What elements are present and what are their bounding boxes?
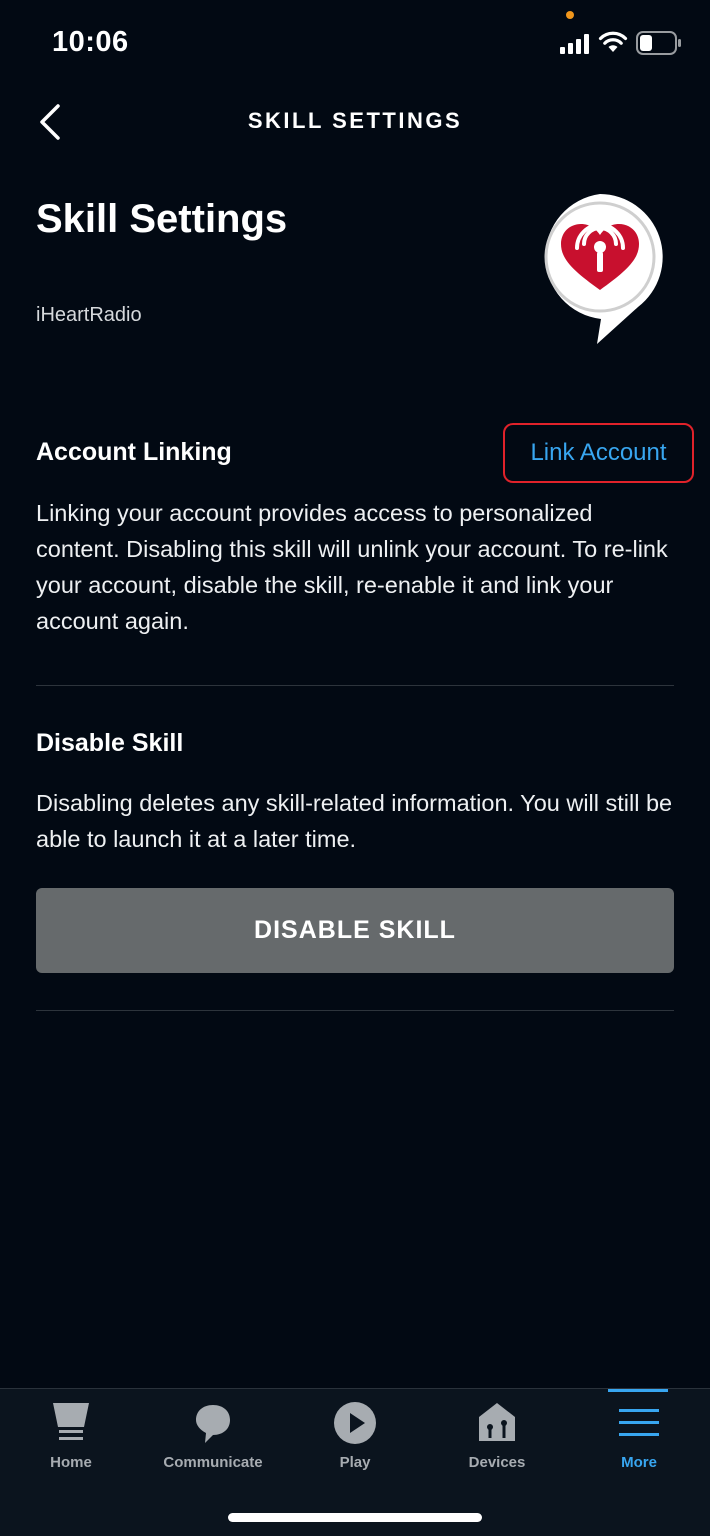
tab-label: Play [339,1454,371,1471]
tab-home[interactable]: Home [0,1389,142,1489]
page-title: Skill Settings [36,197,288,241]
status-bar: 10:06 [0,0,710,88]
home-icon [53,1403,89,1440]
tab-label: Communicate [163,1454,263,1471]
tab-communicate[interactable]: Communicate [142,1389,284,1489]
tab-play[interactable]: Play [284,1389,426,1489]
devices-icon [479,1403,515,1441]
privacy-indicator-dot [566,11,574,19]
home-indicator[interactable] [228,1513,482,1522]
status-time: 10:06 [52,26,129,58]
chat-bubble-icon [196,1405,230,1443]
divider [36,685,674,686]
menu-icon [619,1409,659,1436]
account-linking-heading: Account Linking [36,438,232,466]
nav-bar: SKILL SETTINGS [0,88,710,154]
skill-name: iHeartRadio [36,304,142,326]
wifi-icon [598,31,628,52]
active-tab-indicator [608,1389,668,1392]
signal-icon [560,34,589,54]
nav-title: SKILL SETTINGS [247,108,463,133]
divider [36,1010,674,1011]
iheartradio-logo-icon [544,194,663,344]
tab-devices[interactable]: Devices [426,1389,568,1489]
link-account-button[interactable]: Link Account [503,423,694,483]
disable-skill-description: Disabling deletes any skill-related info… [36,790,673,852]
tab-label: Home [50,1454,92,1471]
account-linking-description: Linking your account provides access to … [36,500,668,634]
disable-skill-heading: Disable Skill [36,729,184,757]
play-icon [334,1402,376,1444]
disable-skill-button[interactable]: DISABLE SKILL [36,888,674,973]
battery-icon [636,31,681,55]
tab-label: Devices [468,1454,526,1471]
tab-label: More [621,1454,657,1471]
tab-more[interactable]: More [568,1389,710,1489]
